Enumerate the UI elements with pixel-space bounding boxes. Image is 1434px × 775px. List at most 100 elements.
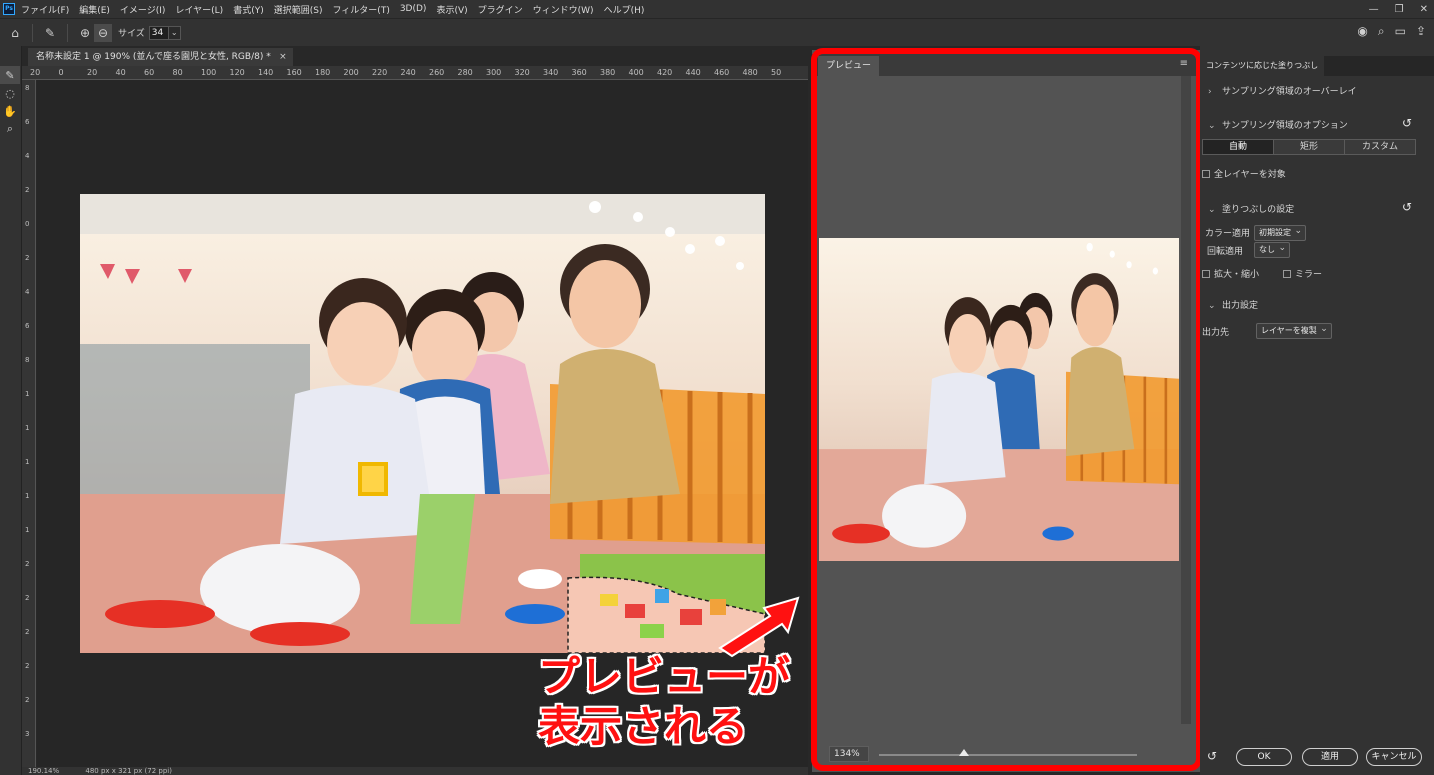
output-to-select[interactable]: レイヤーを複製 bbox=[1256, 322, 1332, 339]
menu-3d[interactable]: 3D(D) bbox=[400, 4, 427, 14]
segment-rectangle[interactable]: 矩形 bbox=[1274, 140, 1345, 154]
annotation-arrow bbox=[718, 596, 800, 658]
content-aware-fill-tab[interactable]: コンテンツに応じた塗りつぶし bbox=[1200, 56, 1325, 76]
segment-custom[interactable]: カスタム bbox=[1345, 140, 1415, 154]
ruler-tick-label: 140 bbox=[258, 68, 274, 77]
home-icon[interactable]: ⌂ bbox=[6, 24, 24, 42]
ruler-tick-label: 2 bbox=[25, 254, 30, 262]
mirror-checkbox[interactable]: ミラー bbox=[1283, 267, 1322, 280]
preview-image[interactable] bbox=[819, 238, 1179, 561]
document-tab[interactable]: 名称未設定 1 @ 190% (並んで座る園児と女性, RGB/8) * × bbox=[28, 48, 293, 66]
color-adapt-select[interactable]: 初期設定 bbox=[1254, 224, 1306, 241]
rotation-adapt-select[interactable]: なし bbox=[1254, 241, 1290, 258]
menu-file[interactable]: ファイル(F) bbox=[21, 3, 69, 16]
ruler-tick-label: 360 bbox=[571, 68, 587, 77]
reset-icon[interactable]: ↺ bbox=[1402, 116, 1412, 130]
vertical-ruler: 8 6 4 2 0 2 4 6 8 1 1 1 1 1 2 2 2 2 2 3 bbox=[22, 80, 36, 770]
sampling-mode-segmented-control: 自動 矩形 カスタム bbox=[1202, 139, 1416, 155]
panel-menu-icon[interactable]: ≡ bbox=[1180, 58, 1188, 69]
chevron-down-icon[interactable]: ⌄ bbox=[168, 25, 181, 40]
restore-icon[interactable]: ❐ bbox=[1395, 4, 1404, 15]
brush-tool-icon[interactable]: ✎ bbox=[0, 66, 20, 84]
menu-window[interactable]: ウィンドウ(W) bbox=[533, 3, 594, 16]
output-settings-section[interactable]: ⌄ 出力設定 bbox=[1208, 298, 1258, 311]
horizontal-ruler: 20 0 20 40 60 80 100 120 140 160 180 200 220 240 260 28… bbox=[22, 66, 808, 80]
menu-filter[interactable]: フィルター(T) bbox=[332, 3, 389, 16]
brush-preset-icon[interactable]: ✎ bbox=[41, 24, 59, 42]
divider bbox=[32, 23, 33, 42]
minimize-icon[interactable]: — bbox=[1369, 4, 1379, 15]
document-photo[interactable] bbox=[80, 194, 765, 653]
chevron-down-icon: ⌄ bbox=[1208, 121, 1216, 131]
annotation-line-1: プレビューが bbox=[538, 652, 791, 701]
reset-icon[interactable]: ↺ bbox=[1207, 749, 1217, 763]
user-icon[interactable]: ◉ bbox=[1357, 24, 1367, 39]
annotation-line-2: 表示される bbox=[538, 702, 749, 751]
menu-plugins[interactable]: プラグイン bbox=[478, 3, 523, 16]
zoom-slider-thumb[interactable] bbox=[959, 749, 970, 756]
sampling-overlay-section[interactable]: › サンプリング領域のオーバーレイ bbox=[1208, 84, 1357, 97]
menu-type[interactable]: 書式(Y) bbox=[233, 3, 264, 16]
chevron-right-icon: › bbox=[1208, 87, 1212, 97]
menu-select[interactable]: 選択範囲(S) bbox=[274, 3, 323, 16]
checkbox-icon bbox=[1202, 269, 1210, 278]
ruler-tick-label: 180 bbox=[315, 68, 331, 77]
photoshop-logo: Ps bbox=[3, 3, 15, 15]
chevron-down-icon: ⌄ bbox=[1208, 301, 1216, 311]
reset-icon[interactable]: ↺ bbox=[1402, 200, 1412, 214]
segment-auto[interactable]: 自動 bbox=[1203, 140, 1274, 154]
panel-tab-row: コンテンツに応じた塗りつぶし bbox=[1200, 56, 1434, 76]
ruler-tick-label: 1 bbox=[25, 458, 30, 466]
ruler-tick-label: 280 bbox=[457, 68, 473, 77]
lasso-tool-icon[interactable]: ◌ bbox=[0, 84, 20, 102]
zoom-tool-icon[interactable]: ⌕ bbox=[0, 120, 20, 138]
apply-button[interactable]: 適用 bbox=[1302, 748, 1358, 766]
ruler-tick-label: 260 bbox=[429, 68, 445, 77]
menu-image[interactable]: イメージ(I) bbox=[120, 3, 166, 16]
ok-button[interactable]: OK bbox=[1236, 748, 1292, 766]
search-icon[interactable]: ⌕ bbox=[1378, 24, 1385, 39]
document-tab-row: 名称未設定 1 @ 190% (並んで座る園児と女性, RGB/8) * × bbox=[22, 46, 808, 66]
scale-checkbox[interactable]: 拡大・縮小 bbox=[1202, 267, 1259, 280]
cancel-button[interactable]: キャンセル bbox=[1366, 748, 1422, 766]
menu-layer[interactable]: レイヤー(L) bbox=[175, 3, 223, 16]
preview-tab[interactable]: プレビュー bbox=[818, 56, 880, 76]
ruler-tick-label: 340 bbox=[543, 68, 559, 77]
ruler-tick-label: 0 bbox=[58, 68, 64, 77]
close-icon[interactable]: ✕ bbox=[1420, 4, 1428, 15]
preview-scrollbar[interactable] bbox=[1181, 76, 1191, 724]
ruler-tick-label: 100 bbox=[201, 68, 217, 77]
zoom-slider[interactable] bbox=[879, 749, 1137, 756]
document-title: 名称未設定 1 @ 190% (並んで座る園児と女性, RGB/8) * bbox=[36, 52, 271, 62]
zoom-input[interactable]: 134% bbox=[829, 746, 869, 762]
sampling-options-section[interactable]: ⌄ サンプリング領域のオプション bbox=[1208, 118, 1348, 131]
menu-view[interactable]: 表示(V) bbox=[436, 3, 467, 16]
menu-edit[interactable]: 編集(E) bbox=[79, 3, 110, 16]
share-icon[interactable]: ⇪ bbox=[1416, 24, 1426, 39]
chevron-down-icon: ⌄ bbox=[1208, 205, 1216, 215]
add-mode-icon[interactable]: ⊕ bbox=[76, 24, 94, 42]
fill-settings-section[interactable]: ⌄ 塗りつぶしの設定 bbox=[1208, 202, 1294, 215]
menu-help[interactable]: ヘルプ(H) bbox=[604, 3, 645, 16]
menu-bar: Ps ファイル(F) 編集(E) イメージ(I) レイヤー(L) 書式(Y) 選… bbox=[0, 0, 1434, 18]
zoom-readout: 190.14% bbox=[28, 767, 60, 775]
divider bbox=[67, 23, 68, 42]
hand-tool-icon[interactable]: ✋ bbox=[0, 102, 20, 120]
document-dimensions: 480 px x 321 px (72 ppi) bbox=[85, 767, 172, 775]
ruler-tick-label: 240 bbox=[400, 68, 416, 77]
subtract-mode-icon[interactable]: ⊖ bbox=[94, 23, 112, 42]
ruler-tick-label: 2 bbox=[25, 594, 30, 602]
checkbox-icon bbox=[1202, 169, 1210, 178]
content-aware-fill-panel: コンテンツに応じた塗りつぶし › サンプリング領域のオーバーレイ ⌄ サンプリング領… bbox=[1200, 46, 1434, 775]
ruler-tick-label: 4 bbox=[25, 288, 30, 296]
close-icon[interactable]: × bbox=[279, 48, 287, 66]
ruler-tick-label: 0 bbox=[25, 220, 30, 228]
ruler-tick-label: 120 bbox=[229, 68, 245, 77]
ruler-tick-label: 2 bbox=[25, 662, 30, 670]
size-input[interactable]: 34 bbox=[148, 25, 169, 40]
all-layers-checkbox[interactable]: 全レイヤーを対象 bbox=[1202, 167, 1286, 180]
workspace-icon[interactable]: ▭ bbox=[1395, 24, 1406, 39]
ruler-tick-label: 400 bbox=[628, 68, 644, 77]
ruler-tick-label: 2 bbox=[25, 628, 30, 636]
ruler-tick-label: 220 bbox=[372, 68, 388, 77]
